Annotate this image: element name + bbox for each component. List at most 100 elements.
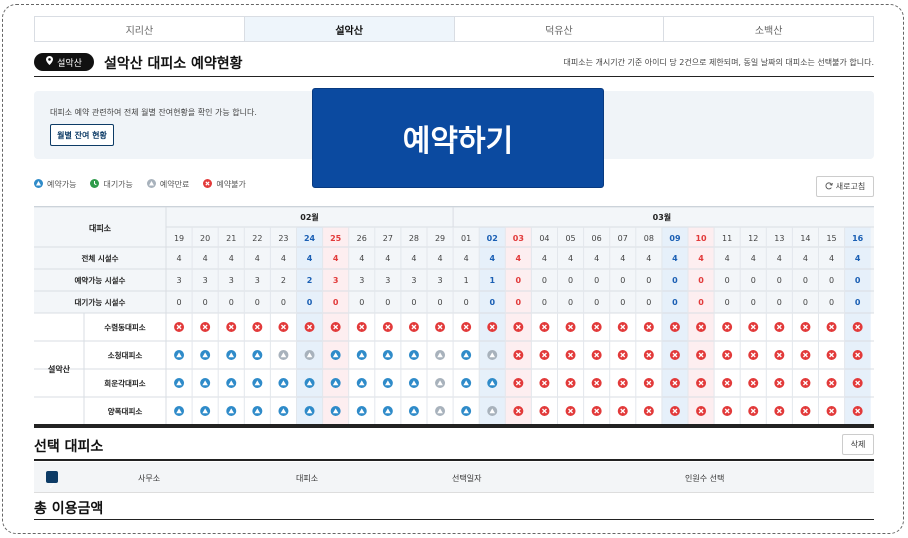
- delete-button[interactable]: 삭제: [842, 434, 874, 455]
- summary-cell: 3: [359, 276, 364, 285]
- summary-cell: 0: [803, 276, 808, 285]
- day-label: 12: [748, 234, 758, 243]
- summary-cell: 1: [489, 276, 495, 285]
- day-label: 03: [513, 234, 524, 243]
- summary-cell: 0: [542, 276, 547, 285]
- legend-label: 예약가능: [47, 180, 77, 189]
- summary-cell: 4: [620, 254, 625, 263]
- day-label: 11: [722, 234, 732, 243]
- status-legend: 예약가능 대기가능 예약만료 예약불가: [34, 179, 246, 190]
- legend-item-waitlist: 대기가능: [90, 179, 133, 190]
- summary-cell: 3: [438, 276, 443, 285]
- day-label: 04: [539, 234, 549, 243]
- summary-cell: 0: [229, 298, 234, 307]
- page-title: 설악산 대피소 예약현황: [104, 56, 243, 72]
- summary-cell: 0: [438, 298, 443, 307]
- summary-cell: 0: [751, 298, 756, 307]
- summary-row-label: 예약가능 시설수: [75, 275, 126, 285]
- availability-table: 02월 03월 대피소 19 20 21 22 23 24 25 26 27 28 29 01 02 03 04 0…: [34, 206, 874, 427]
- table-bottom-bar: [34, 424, 874, 428]
- col-shelter: 대피소: [296, 474, 319, 483]
- summary-cell: 4: [229, 254, 234, 263]
- reservation-note: 대피소는 개시기간 기준 아이디 당 2건으로 제한되며, 동일 날짜의 대피소…: [563, 58, 874, 67]
- summary-cell: 0: [464, 298, 469, 307]
- legend-item-unavailable: 예약불가: [203, 179, 246, 190]
- summary-cell: 3: [177, 276, 182, 285]
- summary-cell: 4: [777, 254, 782, 263]
- selection-table-header: ✓ 사무소 대피소 선택일자 인원수 선택: [34, 462, 874, 493]
- available-icon: [34, 179, 43, 190]
- day-label: 23: [278, 234, 288, 243]
- summary-cell: 0: [855, 298, 861, 307]
- summary-cell: 3: [411, 276, 416, 285]
- shelter-name: 양폭대피소: [108, 406, 143, 416]
- mountain-tabs: 지리산 설악산 덕유산 소백산: [34, 16, 874, 42]
- col-headcount: 인원수 선택: [685, 474, 725, 483]
- summary-cell: 3: [229, 276, 234, 285]
- summary-cell: 0: [620, 276, 625, 285]
- summary-cell: 0: [725, 298, 730, 307]
- summary-cell: 3: [255, 276, 260, 285]
- summary-cell: 4: [516, 254, 522, 263]
- summary-cell: 4: [177, 254, 182, 263]
- summary-cell: 2: [281, 276, 286, 285]
- day-label: 15: [826, 234, 836, 243]
- check-icon: ✓: [48, 482, 56, 492]
- day-label: 24: [304, 234, 316, 243]
- summary-cell: 4: [672, 254, 678, 263]
- reserve-button[interactable]: 예약하기: [312, 88, 604, 188]
- tab-deogyusan[interactable]: 덕유산: [455, 17, 665, 41]
- summary-cell: 4: [646, 254, 651, 263]
- legend-item-expired: 예약만료: [146, 179, 190, 190]
- summary-cell: 0: [855, 276, 861, 285]
- selection-divider: [34, 459, 874, 461]
- tab-jirisan[interactable]: 지리산: [35, 17, 245, 41]
- summary-cell: 0: [672, 276, 678, 285]
- summary-cell: 0: [411, 298, 416, 307]
- tab-sobaeksan[interactable]: 소백산: [664, 17, 873, 41]
- summary-cell: 4: [385, 254, 390, 263]
- day-label: 28: [409, 234, 419, 243]
- summary-cell: 1: [464, 276, 469, 285]
- summary-cell: 0: [516, 276, 522, 285]
- summary-cell: 0: [698, 276, 704, 285]
- summary-cell: 4: [255, 254, 260, 263]
- summary-cell: 0: [281, 298, 286, 307]
- total-divider: [34, 519, 874, 520]
- summary-cell: 0: [594, 276, 599, 285]
- day-label: 20: [200, 234, 210, 243]
- summary-cell: 4: [542, 254, 547, 263]
- legend-label: 예약불가: [216, 180, 246, 189]
- summary-row-label: 대기가능 시설수: [75, 297, 126, 307]
- shelter-name: 소청대피소: [108, 350, 143, 360]
- summary-cell: 3: [203, 276, 208, 285]
- unavailable-icon: [203, 179, 213, 190]
- shelter-name: 희운각대피소: [104, 378, 145, 388]
- monthly-status-button[interactable]: 월별 잔여 현황: [50, 124, 114, 146]
- group-label: 설악산: [48, 364, 71, 374]
- summary-cell: 0: [777, 276, 782, 285]
- region-pill-label: 설악산: [57, 58, 82, 69]
- refresh-button[interactable]: 새로고침: [816, 176, 874, 197]
- summary-cell: 4: [438, 254, 443, 263]
- summary-cell: 4: [411, 254, 416, 263]
- summary-cell: 0: [594, 298, 599, 307]
- summary-cell: 0: [646, 276, 651, 285]
- summary-cell: 0: [646, 298, 651, 307]
- day-label: 13: [774, 234, 784, 243]
- day-label: 05: [565, 234, 575, 243]
- day-label: 21: [226, 234, 236, 243]
- day-label: 16: [852, 234, 864, 243]
- summary-cell: 0: [307, 298, 313, 307]
- day-label: 25: [330, 234, 342, 243]
- legend-label: 예약만료: [159, 180, 190, 189]
- tab-seoraksan[interactable]: 설악산: [244, 17, 455, 41]
- summary-cell: 0: [516, 298, 522, 307]
- day-label: 06: [592, 234, 602, 243]
- select-all-checkbox[interactable]: ✓: [46, 471, 58, 492]
- day-label: 14: [800, 234, 810, 243]
- summary-cell: 0: [829, 276, 834, 285]
- refresh-icon: [825, 181, 833, 192]
- legend-item-available: 예약가능: [34, 179, 76, 190]
- summary-cell: 0: [672, 298, 678, 307]
